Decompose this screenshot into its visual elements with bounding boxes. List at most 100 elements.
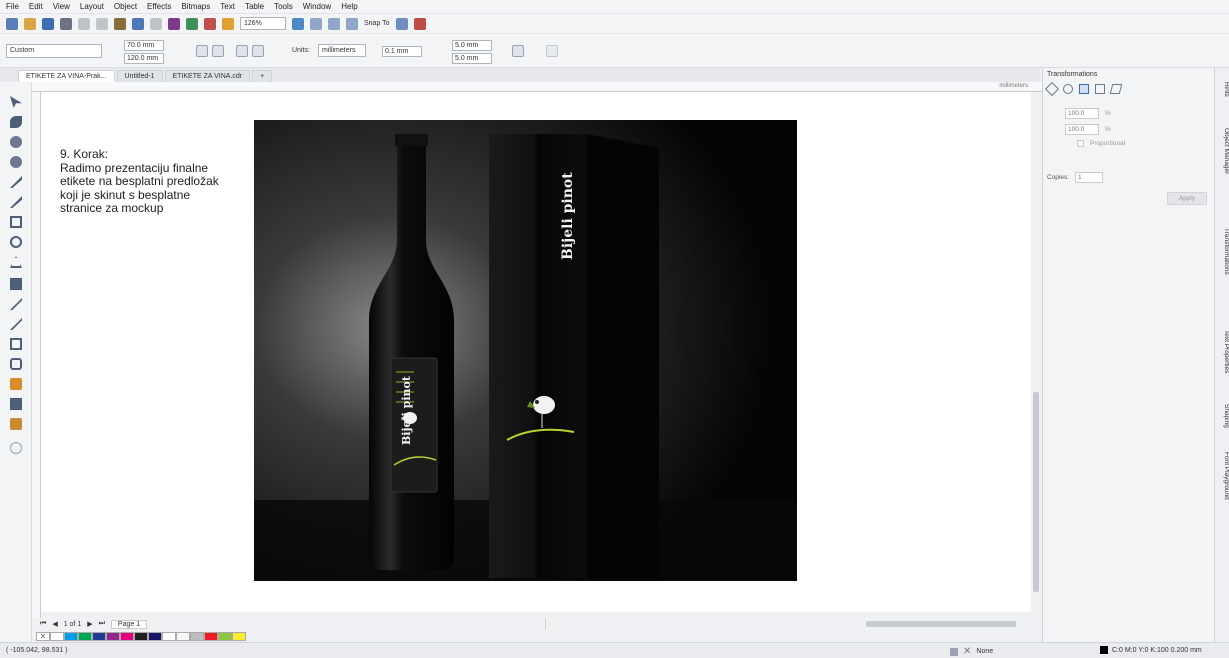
vertical-scroll-thumb[interactable]: [1033, 392, 1039, 592]
tab-text-properties[interactable]: Text Properties: [1215, 330, 1229, 373]
freehand-tool-icon[interactable]: [10, 176, 22, 188]
position-icon[interactable]: [1044, 81, 1060, 97]
options-icon[interactable]: [395, 17, 408, 30]
show-guidelines-icon[interactable]: [346, 17, 358, 30]
swatch-11[interactable]: [204, 631, 218, 641]
full-screen-icon[interactable]: [292, 17, 304, 30]
tab-font-playground[interactable]: Font Playground: [1215, 452, 1229, 500]
menu-effects[interactable]: Effects: [147, 2, 171, 11]
publish-pdf-icon[interactable]: [204, 17, 216, 30]
swatch-7[interactable]: [148, 631, 162, 641]
import-icon[interactable]: [168, 17, 180, 30]
parallel-dimension-icon[interactable]: [10, 298, 22, 310]
horizontal-scrollbar[interactable]: [545, 619, 1033, 629]
menu-tools[interactable]: Tools: [274, 2, 293, 11]
transparency-icon[interactable]: [10, 358, 22, 370]
menu-object[interactable]: Object: [114, 2, 137, 11]
show-grid-icon[interactable]: [328, 17, 340, 30]
page-width-input[interactable]: 70.0 mm: [124, 40, 164, 51]
connector-tool-icon[interactable]: [10, 318, 22, 330]
first-page-icon[interactable]: ⏮: [40, 620, 46, 628]
show-rulers-icon[interactable]: [310, 17, 322, 30]
swatch-9[interactable]: [176, 631, 190, 641]
polygon-tool-icon[interactable]: [10, 256, 22, 268]
pick-tool-icon[interactable]: [10, 96, 22, 108]
swatch-2[interactable]: [78, 631, 92, 641]
swatch-10[interactable]: [190, 631, 204, 641]
duplicate-y-input[interactable]: 5.0 mm: [452, 53, 492, 64]
add-tool-icon[interactable]: [10, 442, 22, 454]
tab-untitled[interactable]: Untitled-1: [116, 70, 163, 82]
page-preset-select[interactable]: Custom: [6, 44, 102, 58]
text-tool-icon[interactable]: [10, 278, 22, 290]
page-tab[interactable]: Page 1: [110, 619, 148, 629]
units-select[interactable]: millimeters: [318, 44, 366, 57]
menu-table[interactable]: Table: [245, 2, 264, 11]
open-icon[interactable]: [24, 17, 36, 30]
rotate-icon[interactable]: [1063, 84, 1073, 94]
zoom-tool-icon[interactable]: [10, 156, 22, 168]
swatch-4[interactable]: [106, 631, 120, 641]
next-page-icon[interactable]: ▶: [87, 620, 92, 628]
proportional-checkbox[interactable]: [1077, 140, 1084, 147]
snap-to-dropdown[interactable]: Snap To: [364, 20, 390, 27]
duplicate-x-input[interactable]: 5.0 mm: [452, 40, 492, 51]
nudge-distance-input[interactable]: 0.1 mm: [382, 46, 422, 57]
paste-icon[interactable]: [114, 17, 126, 30]
new-document-icon[interactable]: [6, 17, 18, 30]
swatch-8[interactable]: [162, 631, 176, 641]
prev-page-icon[interactable]: ◀: [52, 620, 57, 628]
launch-icon[interactable]: [413, 17, 426, 30]
app-launcher-icon[interactable]: [222, 17, 234, 30]
outline-indicator[interactable]: C:0 M:0 Y:0 K:100 0.200 mm: [1100, 646, 1202, 654]
menu-file[interactable]: File: [6, 2, 19, 11]
page-layout-icon[interactable]: [512, 45, 524, 57]
shape-tool-icon[interactable]: [10, 116, 22, 128]
scale-v-input[interactable]: 100.0: [1065, 124, 1099, 135]
fill-indicator[interactable]: ✕ None: [950, 646, 993, 657]
interactive-fill-icon[interactable]: [10, 398, 22, 410]
artistic-media-icon[interactable]: [10, 196, 22, 208]
swatch-5[interactable]: [120, 631, 134, 641]
redo-icon[interactable]: [150, 17, 162, 30]
tab-shaping[interactable]: Shaping: [1215, 404, 1229, 428]
drop-shadow-icon[interactable]: [10, 338, 22, 350]
all-pages-icon[interactable]: [236, 45, 248, 57]
step-caption[interactable]: 9. Korak: Radimo prezentaciju finalne et…: [60, 147, 260, 216]
tab-etikete-cdr[interactable]: ETIKETE ZA VINA.cdr: [164, 70, 251, 82]
tab-transformations[interactable]: Transformations: [1215, 228, 1229, 275]
current-page-icon[interactable]: [252, 45, 264, 57]
menu-text[interactable]: Text: [220, 2, 235, 11]
rectangle-tool-icon[interactable]: [10, 216, 22, 228]
last-page-icon[interactable]: ⏭: [99, 620, 105, 628]
menu-view[interactable]: View: [53, 2, 70, 11]
portrait-icon[interactable]: [196, 45, 208, 57]
scale-icon[interactable]: [1079, 84, 1089, 94]
horizontal-ruler[interactable]: millimeters: [32, 82, 1042, 92]
wine-mockup-image[interactable]: Bijeli pinot Bijeli pinot: [254, 120, 797, 581]
swatch-12[interactable]: [218, 631, 232, 641]
tab-hints[interactable]: Hints: [1215, 82, 1229, 97]
tab-etikete-prak[interactable]: ETIKETE ZA VINA-Prak...: [18, 70, 115, 82]
apply-button[interactable]: Apply: [1167, 192, 1207, 205]
menu-layout[interactable]: Layout: [80, 2, 104, 11]
print-icon[interactable]: [60, 17, 72, 30]
menu-help[interactable]: Help: [341, 2, 357, 11]
copy-icon[interactable]: [96, 17, 108, 30]
size-icon[interactable]: [1095, 84, 1105, 94]
menu-window[interactable]: Window: [303, 2, 331, 11]
undo-icon[interactable]: [132, 17, 144, 30]
page-height-input[interactable]: 120.0 mm: [124, 53, 164, 64]
swatch-13[interactable]: [232, 631, 246, 641]
eyedropper-icon[interactable]: [10, 378, 22, 390]
save-icon[interactable]: [42, 17, 54, 30]
copies-input[interactable]: 1: [1075, 172, 1104, 183]
ellipse-tool-icon[interactable]: [10, 236, 22, 248]
smart-fill-icon[interactable]: [10, 418, 22, 430]
vertical-ruler[interactable]: [32, 92, 41, 622]
scale-h-input[interactable]: 100.0: [1065, 108, 1099, 119]
horizontal-scroll-thumb[interactable]: [866, 621, 1016, 627]
export-icon[interactable]: [186, 17, 198, 30]
no-color-swatch[interactable]: ✕: [36, 631, 50, 641]
landscape-icon[interactable]: [212, 45, 224, 57]
